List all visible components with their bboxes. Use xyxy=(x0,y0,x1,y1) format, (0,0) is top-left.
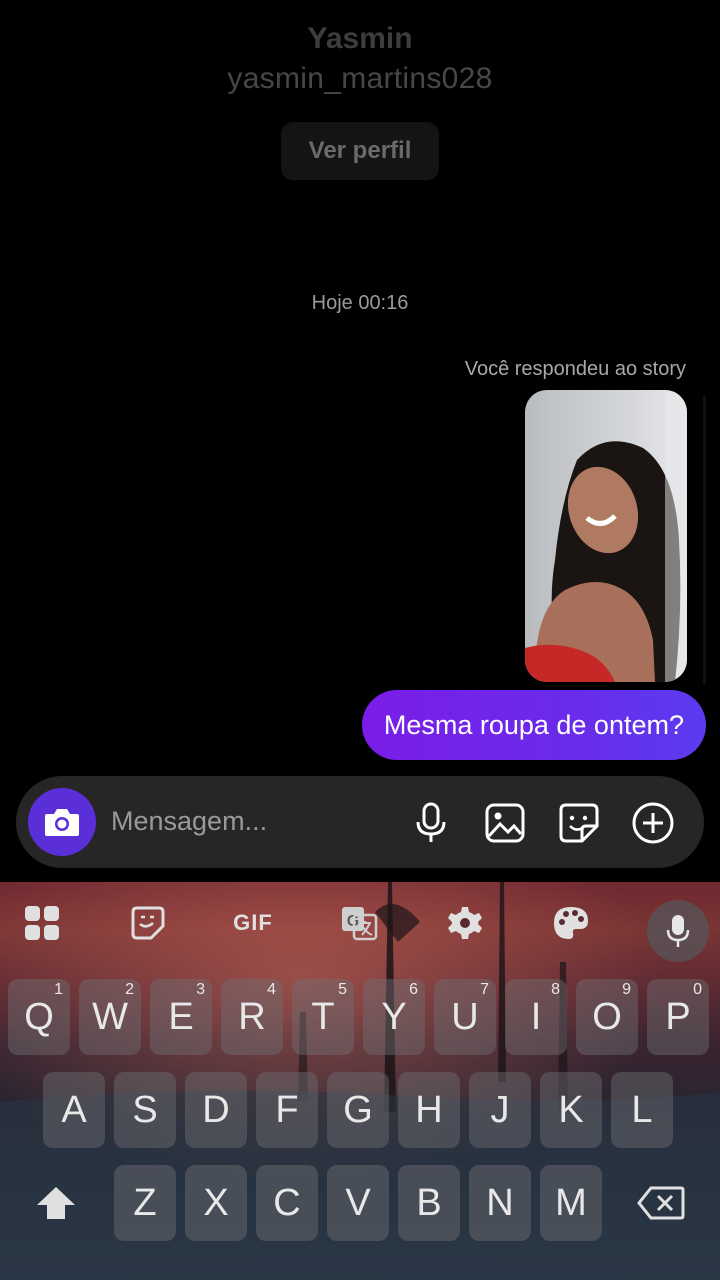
shift-icon xyxy=(37,1187,75,1219)
key-g[interactable]: G xyxy=(327,1072,389,1148)
key-q[interactable]: Q1 xyxy=(8,979,70,1055)
message-input[interactable]: Mensagem... xyxy=(111,806,267,837)
backspace-icon xyxy=(637,1186,685,1220)
sticker-button[interactable] xyxy=(556,800,602,846)
key-t[interactable]: T5 xyxy=(292,979,354,1055)
key-i[interactable]: I8 xyxy=(505,979,567,1055)
key-z[interactable]: Z xyxy=(114,1165,176,1241)
key-label: O xyxy=(592,995,622,1038)
key-number: 0 xyxy=(693,981,702,998)
key-s[interactable]: S xyxy=(114,1072,176,1148)
settings-button[interactable] xyxy=(440,900,490,946)
microphone-button[interactable] xyxy=(408,800,454,846)
gallery-button[interactable] xyxy=(482,800,528,846)
shift-key[interactable] xyxy=(25,1165,87,1241)
key-e[interactable]: E3 xyxy=(150,979,212,1055)
microphone-icon xyxy=(666,915,690,947)
key-number: 6 xyxy=(409,981,418,998)
key-u[interactable]: U7 xyxy=(434,979,496,1055)
key-x[interactable]: X xyxy=(185,1165,247,1241)
key-b[interactable]: B xyxy=(398,1165,460,1241)
chat-timestamp: Hoje 00:16 xyxy=(311,292,409,314)
key-k[interactable]: K xyxy=(540,1072,602,1148)
grid-icon xyxy=(25,906,59,940)
gif-button[interactable]: GIF xyxy=(228,900,278,946)
keyboard: GIF G Q1 W2 E3 R4 T5 Y6 U 7 I 8 O 9 P 0 … xyxy=(0,882,720,1280)
keyboard-sticker-button[interactable] xyxy=(123,900,173,946)
key-number: 9 xyxy=(622,981,631,998)
gallery-icon xyxy=(485,803,525,843)
translate-icon: G xyxy=(342,907,378,941)
add-icon xyxy=(632,802,674,844)
profile-name: Yasmin xyxy=(307,22,413,55)
key-r[interactable]: R4 xyxy=(221,979,283,1055)
key-number: 7 xyxy=(480,981,489,998)
key-label: R xyxy=(238,995,266,1038)
apps-button[interactable] xyxy=(17,900,67,946)
key-number: 2 xyxy=(125,981,134,998)
translate-button[interactable]: G xyxy=(334,900,384,946)
story-photo xyxy=(525,390,687,682)
sticker-icon xyxy=(559,803,599,843)
key-number: 8 xyxy=(551,981,560,998)
key-f[interactable]: F xyxy=(256,1072,318,1148)
story-thumbnail[interactable] xyxy=(525,390,687,682)
backspace-key[interactable] xyxy=(630,1165,692,1241)
key-y[interactable]: Y6 xyxy=(363,979,425,1055)
key-number: 3 xyxy=(196,981,205,998)
profile-username: yasmin_martins028 xyxy=(227,62,493,95)
gear-icon xyxy=(448,907,482,939)
palette-icon xyxy=(554,907,588,939)
key-j[interactable]: J xyxy=(469,1072,531,1148)
key-v[interactable]: V xyxy=(327,1165,389,1241)
key-a[interactable]: A xyxy=(43,1072,105,1148)
key-o[interactable]: O9 xyxy=(576,979,638,1055)
key-label: Q xyxy=(24,995,54,1038)
key-l[interactable]: L xyxy=(611,1072,673,1148)
key-label: E xyxy=(168,995,194,1038)
scrollbar[interactable] xyxy=(703,395,706,685)
key-n[interactable]: N xyxy=(469,1165,531,1241)
voice-input-button[interactable] xyxy=(647,900,709,962)
key-number: 5 xyxy=(338,981,347,998)
story-reply-label: Você respondeu ao story xyxy=(464,358,686,380)
key-p[interactable]: P0 xyxy=(647,979,709,1055)
message-composer: Mensagem... xyxy=(16,776,704,868)
key-d[interactable]: D xyxy=(185,1072,247,1148)
key-label: Y xyxy=(381,995,407,1038)
camera-icon xyxy=(45,809,79,836)
key-label: W xyxy=(92,995,128,1038)
view-profile-button[interactable]: Ver perfil xyxy=(281,122,439,180)
key-label: U xyxy=(451,995,479,1038)
camera-button[interactable] xyxy=(28,788,96,856)
microphone-icon xyxy=(416,802,446,842)
key-number: 1 xyxy=(54,981,63,998)
theme-button[interactable] xyxy=(546,900,596,946)
key-label: I xyxy=(530,995,542,1038)
key-m[interactable]: M xyxy=(540,1165,602,1241)
add-button[interactable] xyxy=(630,800,676,846)
sent-message-bubble[interactable]: Mesma roupa de ontem? xyxy=(361,690,706,760)
key-number: 4 xyxy=(267,981,276,998)
key-label: T xyxy=(311,995,335,1038)
key-w[interactable]: W2 xyxy=(79,979,141,1055)
sticker-icon xyxy=(131,906,165,940)
key-label: P xyxy=(665,995,691,1038)
key-h[interactable]: H xyxy=(398,1072,460,1148)
key-c[interactable]: C xyxy=(256,1165,318,1241)
